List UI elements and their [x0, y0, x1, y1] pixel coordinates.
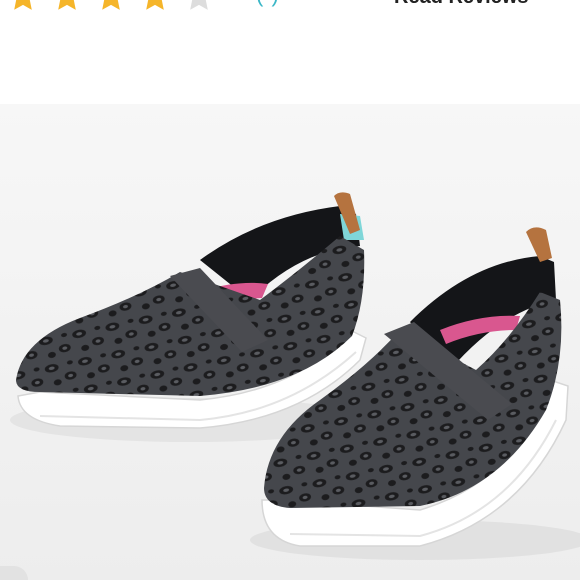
star-filled-icon: [94, 0, 132, 10]
review-count[interactable]: ( ): [256, 0, 280, 8]
shoe-pair-illustration: [0, 104, 580, 580]
star-filled-icon: [6, 0, 44, 10]
star-rating[interactable]: [6, 0, 226, 10]
star-empty-icon: [182, 0, 220, 10]
read-reviews-link[interactable]: Read Reviews: [394, 0, 529, 9]
star-filled-icon: [138, 0, 176, 10]
product-image[interactable]: [0, 104, 580, 580]
rating-bar: ( ) Read Reviews: [0, 0, 580, 104]
star-filled-icon: [50, 0, 88, 10]
